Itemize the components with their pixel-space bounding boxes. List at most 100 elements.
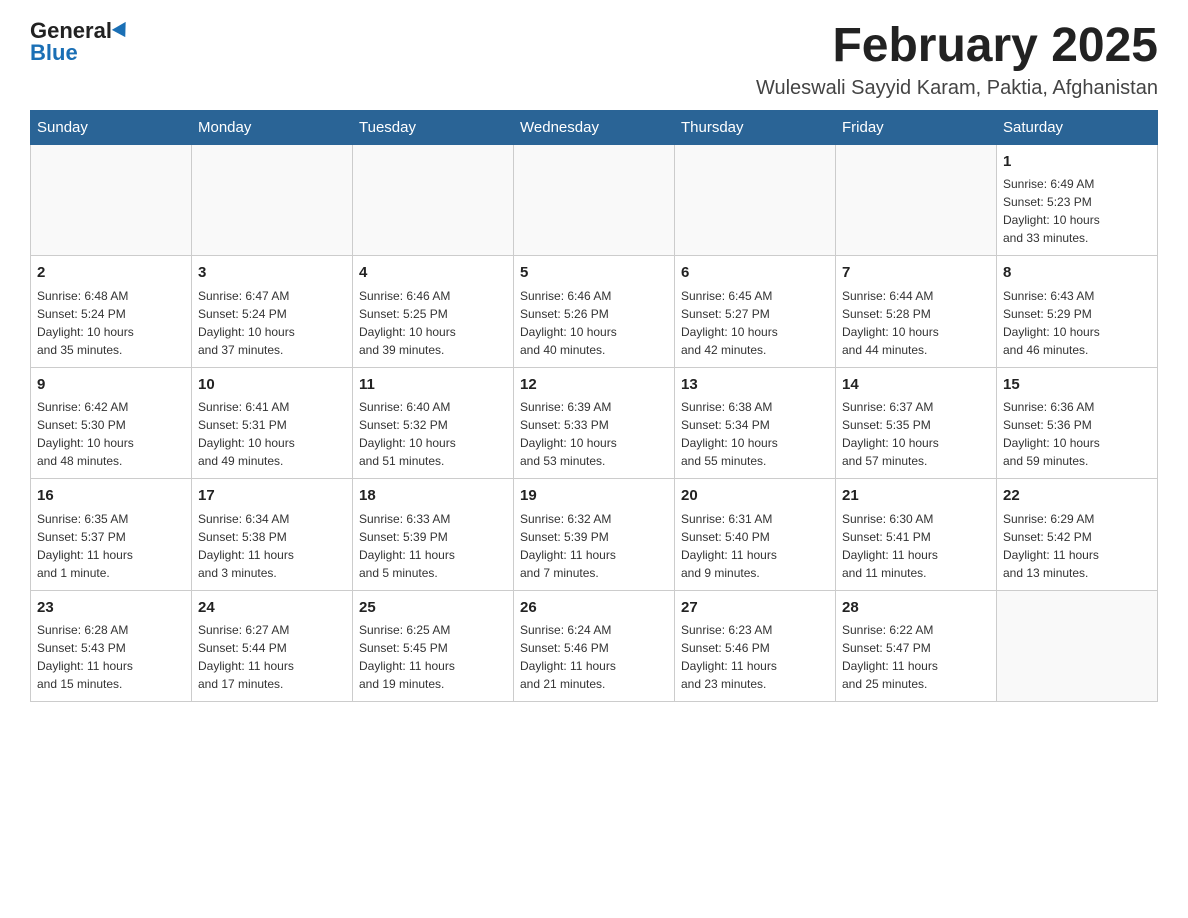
day-info: Sunrise: 6:34 AM Sunset: 5:38 PM Dayligh… <box>198 510 346 582</box>
calendar-cell <box>997 590 1158 702</box>
day-info: Sunrise: 6:27 AM Sunset: 5:44 PM Dayligh… <box>198 621 346 693</box>
day-number: 20 <box>681 485 829 508</box>
logo-blue-text: Blue <box>30 42 78 64</box>
calendar-week-row: 23Sunrise: 6:28 AM Sunset: 5:43 PM Dayli… <box>31 590 1158 702</box>
calendar-cell: 3Sunrise: 6:47 AM Sunset: 5:24 PM Daylig… <box>192 256 353 368</box>
day-number: 25 <box>359 597 507 620</box>
day-info: Sunrise: 6:31 AM Sunset: 5:40 PM Dayligh… <box>681 510 829 582</box>
calendar-cell: 26Sunrise: 6:24 AM Sunset: 5:46 PM Dayli… <box>514 590 675 702</box>
calendar-cell: 5Sunrise: 6:46 AM Sunset: 5:26 PM Daylig… <box>514 256 675 368</box>
calendar-header: SundayMondayTuesdayWednesdayThursdayFrid… <box>31 110 1158 144</box>
day-number: 8 <box>1003 262 1151 285</box>
day-number: 18 <box>359 485 507 508</box>
day-info: Sunrise: 6:44 AM Sunset: 5:28 PM Dayligh… <box>842 287 990 359</box>
logo-general-text: General <box>30 20 112 42</box>
day-number: 11 <box>359 374 507 397</box>
day-number: 22 <box>1003 485 1151 508</box>
calendar-cell: 28Sunrise: 6:22 AM Sunset: 5:47 PM Dayli… <box>836 590 997 702</box>
day-number: 26 <box>520 597 668 620</box>
calendar-cell: 10Sunrise: 6:41 AM Sunset: 5:31 PM Dayli… <box>192 367 353 479</box>
calendar-cell: 9Sunrise: 6:42 AM Sunset: 5:30 PM Daylig… <box>31 367 192 479</box>
day-info: Sunrise: 6:41 AM Sunset: 5:31 PM Dayligh… <box>198 398 346 470</box>
day-number: 17 <box>198 485 346 508</box>
days-of-week-row: SundayMondayTuesdayWednesdayThursdayFrid… <box>31 110 1158 144</box>
day-info: Sunrise: 6:46 AM Sunset: 5:25 PM Dayligh… <box>359 287 507 359</box>
logo: General Blue <box>30 20 130 64</box>
day-info: Sunrise: 6:38 AM Sunset: 5:34 PM Dayligh… <box>681 398 829 470</box>
day-info: Sunrise: 6:46 AM Sunset: 5:26 PM Dayligh… <box>520 287 668 359</box>
day-number: 23 <box>37 597 185 620</box>
calendar-week-row: 2Sunrise: 6:48 AM Sunset: 5:24 PM Daylig… <box>31 256 1158 368</box>
day-info: Sunrise: 6:30 AM Sunset: 5:41 PM Dayligh… <box>842 510 990 582</box>
calendar-cell: 14Sunrise: 6:37 AM Sunset: 5:35 PM Dayli… <box>836 367 997 479</box>
day-info: Sunrise: 6:32 AM Sunset: 5:39 PM Dayligh… <box>520 510 668 582</box>
day-info: Sunrise: 6:36 AM Sunset: 5:36 PM Dayligh… <box>1003 398 1151 470</box>
calendar-cell: 21Sunrise: 6:30 AM Sunset: 5:41 PM Dayli… <box>836 479 997 591</box>
day-number: 15 <box>1003 374 1151 397</box>
day-info: Sunrise: 6:28 AM Sunset: 5:43 PM Dayligh… <box>37 621 185 693</box>
calendar-week-row: 1Sunrise: 6:49 AM Sunset: 5:23 PM Daylig… <box>31 144 1158 256</box>
day-of-week-header: Thursday <box>675 110 836 144</box>
day-info: Sunrise: 6:43 AM Sunset: 5:29 PM Dayligh… <box>1003 287 1151 359</box>
calendar-cell <box>514 144 675 256</box>
day-number: 28 <box>842 597 990 620</box>
day-info: Sunrise: 6:25 AM Sunset: 5:45 PM Dayligh… <box>359 621 507 693</box>
calendar-cell: 22Sunrise: 6:29 AM Sunset: 5:42 PM Dayli… <box>997 479 1158 591</box>
calendar-cell <box>353 144 514 256</box>
day-number: 12 <box>520 374 668 397</box>
calendar-cell: 16Sunrise: 6:35 AM Sunset: 5:37 PM Dayli… <box>31 479 192 591</box>
calendar-cell <box>675 144 836 256</box>
day-info: Sunrise: 6:29 AM Sunset: 5:42 PM Dayligh… <box>1003 510 1151 582</box>
calendar-cell: 27Sunrise: 6:23 AM Sunset: 5:46 PM Dayli… <box>675 590 836 702</box>
day-number: 6 <box>681 262 829 285</box>
day-info: Sunrise: 6:24 AM Sunset: 5:46 PM Dayligh… <box>520 621 668 693</box>
month-year-title: February 2025 <box>756 20 1158 73</box>
day-info: Sunrise: 6:22 AM Sunset: 5:47 PM Dayligh… <box>842 621 990 693</box>
calendar-cell: 2Sunrise: 6:48 AM Sunset: 5:24 PM Daylig… <box>31 256 192 368</box>
calendar-week-row: 16Sunrise: 6:35 AM Sunset: 5:37 PM Dayli… <box>31 479 1158 591</box>
calendar-cell: 19Sunrise: 6:32 AM Sunset: 5:39 PM Dayli… <box>514 479 675 591</box>
calendar-cell: 12Sunrise: 6:39 AM Sunset: 5:33 PM Dayli… <box>514 367 675 479</box>
calendar-cell: 17Sunrise: 6:34 AM Sunset: 5:38 PM Dayli… <box>192 479 353 591</box>
calendar-cell: 1Sunrise: 6:49 AM Sunset: 5:23 PM Daylig… <box>997 144 1158 256</box>
calendar-cell <box>192 144 353 256</box>
calendar-table: SundayMondayTuesdayWednesdayThursdayFrid… <box>30 110 1158 703</box>
day-info: Sunrise: 6:45 AM Sunset: 5:27 PM Dayligh… <box>681 287 829 359</box>
day-of-week-header: Sunday <box>31 110 192 144</box>
calendar-cell: 8Sunrise: 6:43 AM Sunset: 5:29 PM Daylig… <box>997 256 1158 368</box>
calendar-cell: 11Sunrise: 6:40 AM Sunset: 5:32 PM Dayli… <box>353 367 514 479</box>
calendar-cell: 18Sunrise: 6:33 AM Sunset: 5:39 PM Dayli… <box>353 479 514 591</box>
day-number: 19 <box>520 485 668 508</box>
day-number: 9 <box>37 374 185 397</box>
day-info: Sunrise: 6:42 AM Sunset: 5:30 PM Dayligh… <box>37 398 185 470</box>
calendar-cell: 23Sunrise: 6:28 AM Sunset: 5:43 PM Dayli… <box>31 590 192 702</box>
day-info: Sunrise: 6:33 AM Sunset: 5:39 PM Dayligh… <box>359 510 507 582</box>
day-number: 27 <box>681 597 829 620</box>
day-of-week-header: Monday <box>192 110 353 144</box>
calendar-cell: 7Sunrise: 6:44 AM Sunset: 5:28 PM Daylig… <box>836 256 997 368</box>
day-info: Sunrise: 6:35 AM Sunset: 5:37 PM Dayligh… <box>37 510 185 582</box>
calendar-body: 1Sunrise: 6:49 AM Sunset: 5:23 PM Daylig… <box>31 144 1158 702</box>
day-info: Sunrise: 6:49 AM Sunset: 5:23 PM Dayligh… <box>1003 175 1151 247</box>
day-number: 21 <box>842 485 990 508</box>
page-header: General Blue February 2025 Wuleswali Say… <box>30 20 1158 100</box>
day-number: 14 <box>842 374 990 397</box>
day-info: Sunrise: 6:47 AM Sunset: 5:24 PM Dayligh… <box>198 287 346 359</box>
calendar-cell: 15Sunrise: 6:36 AM Sunset: 5:36 PM Dayli… <box>997 367 1158 479</box>
calendar-cell: 6Sunrise: 6:45 AM Sunset: 5:27 PM Daylig… <box>675 256 836 368</box>
calendar-cell: 24Sunrise: 6:27 AM Sunset: 5:44 PM Dayli… <box>192 590 353 702</box>
day-number: 4 <box>359 262 507 285</box>
calendar-cell: 4Sunrise: 6:46 AM Sunset: 5:25 PM Daylig… <box>353 256 514 368</box>
calendar-cell <box>31 144 192 256</box>
day-number: 2 <box>37 262 185 285</box>
day-info: Sunrise: 6:23 AM Sunset: 5:46 PM Dayligh… <box>681 621 829 693</box>
calendar-cell: 20Sunrise: 6:31 AM Sunset: 5:40 PM Dayli… <box>675 479 836 591</box>
calendar-cell <box>836 144 997 256</box>
day-info: Sunrise: 6:48 AM Sunset: 5:24 PM Dayligh… <box>37 287 185 359</box>
calendar-cell: 13Sunrise: 6:38 AM Sunset: 5:34 PM Dayli… <box>675 367 836 479</box>
title-area: February 2025 Wuleswali Sayyid Karam, Pa… <box>756 20 1158 100</box>
day-info: Sunrise: 6:40 AM Sunset: 5:32 PM Dayligh… <box>359 398 507 470</box>
day-number: 24 <box>198 597 346 620</box>
day-number: 13 <box>681 374 829 397</box>
calendar-cell: 25Sunrise: 6:25 AM Sunset: 5:45 PM Dayli… <box>353 590 514 702</box>
